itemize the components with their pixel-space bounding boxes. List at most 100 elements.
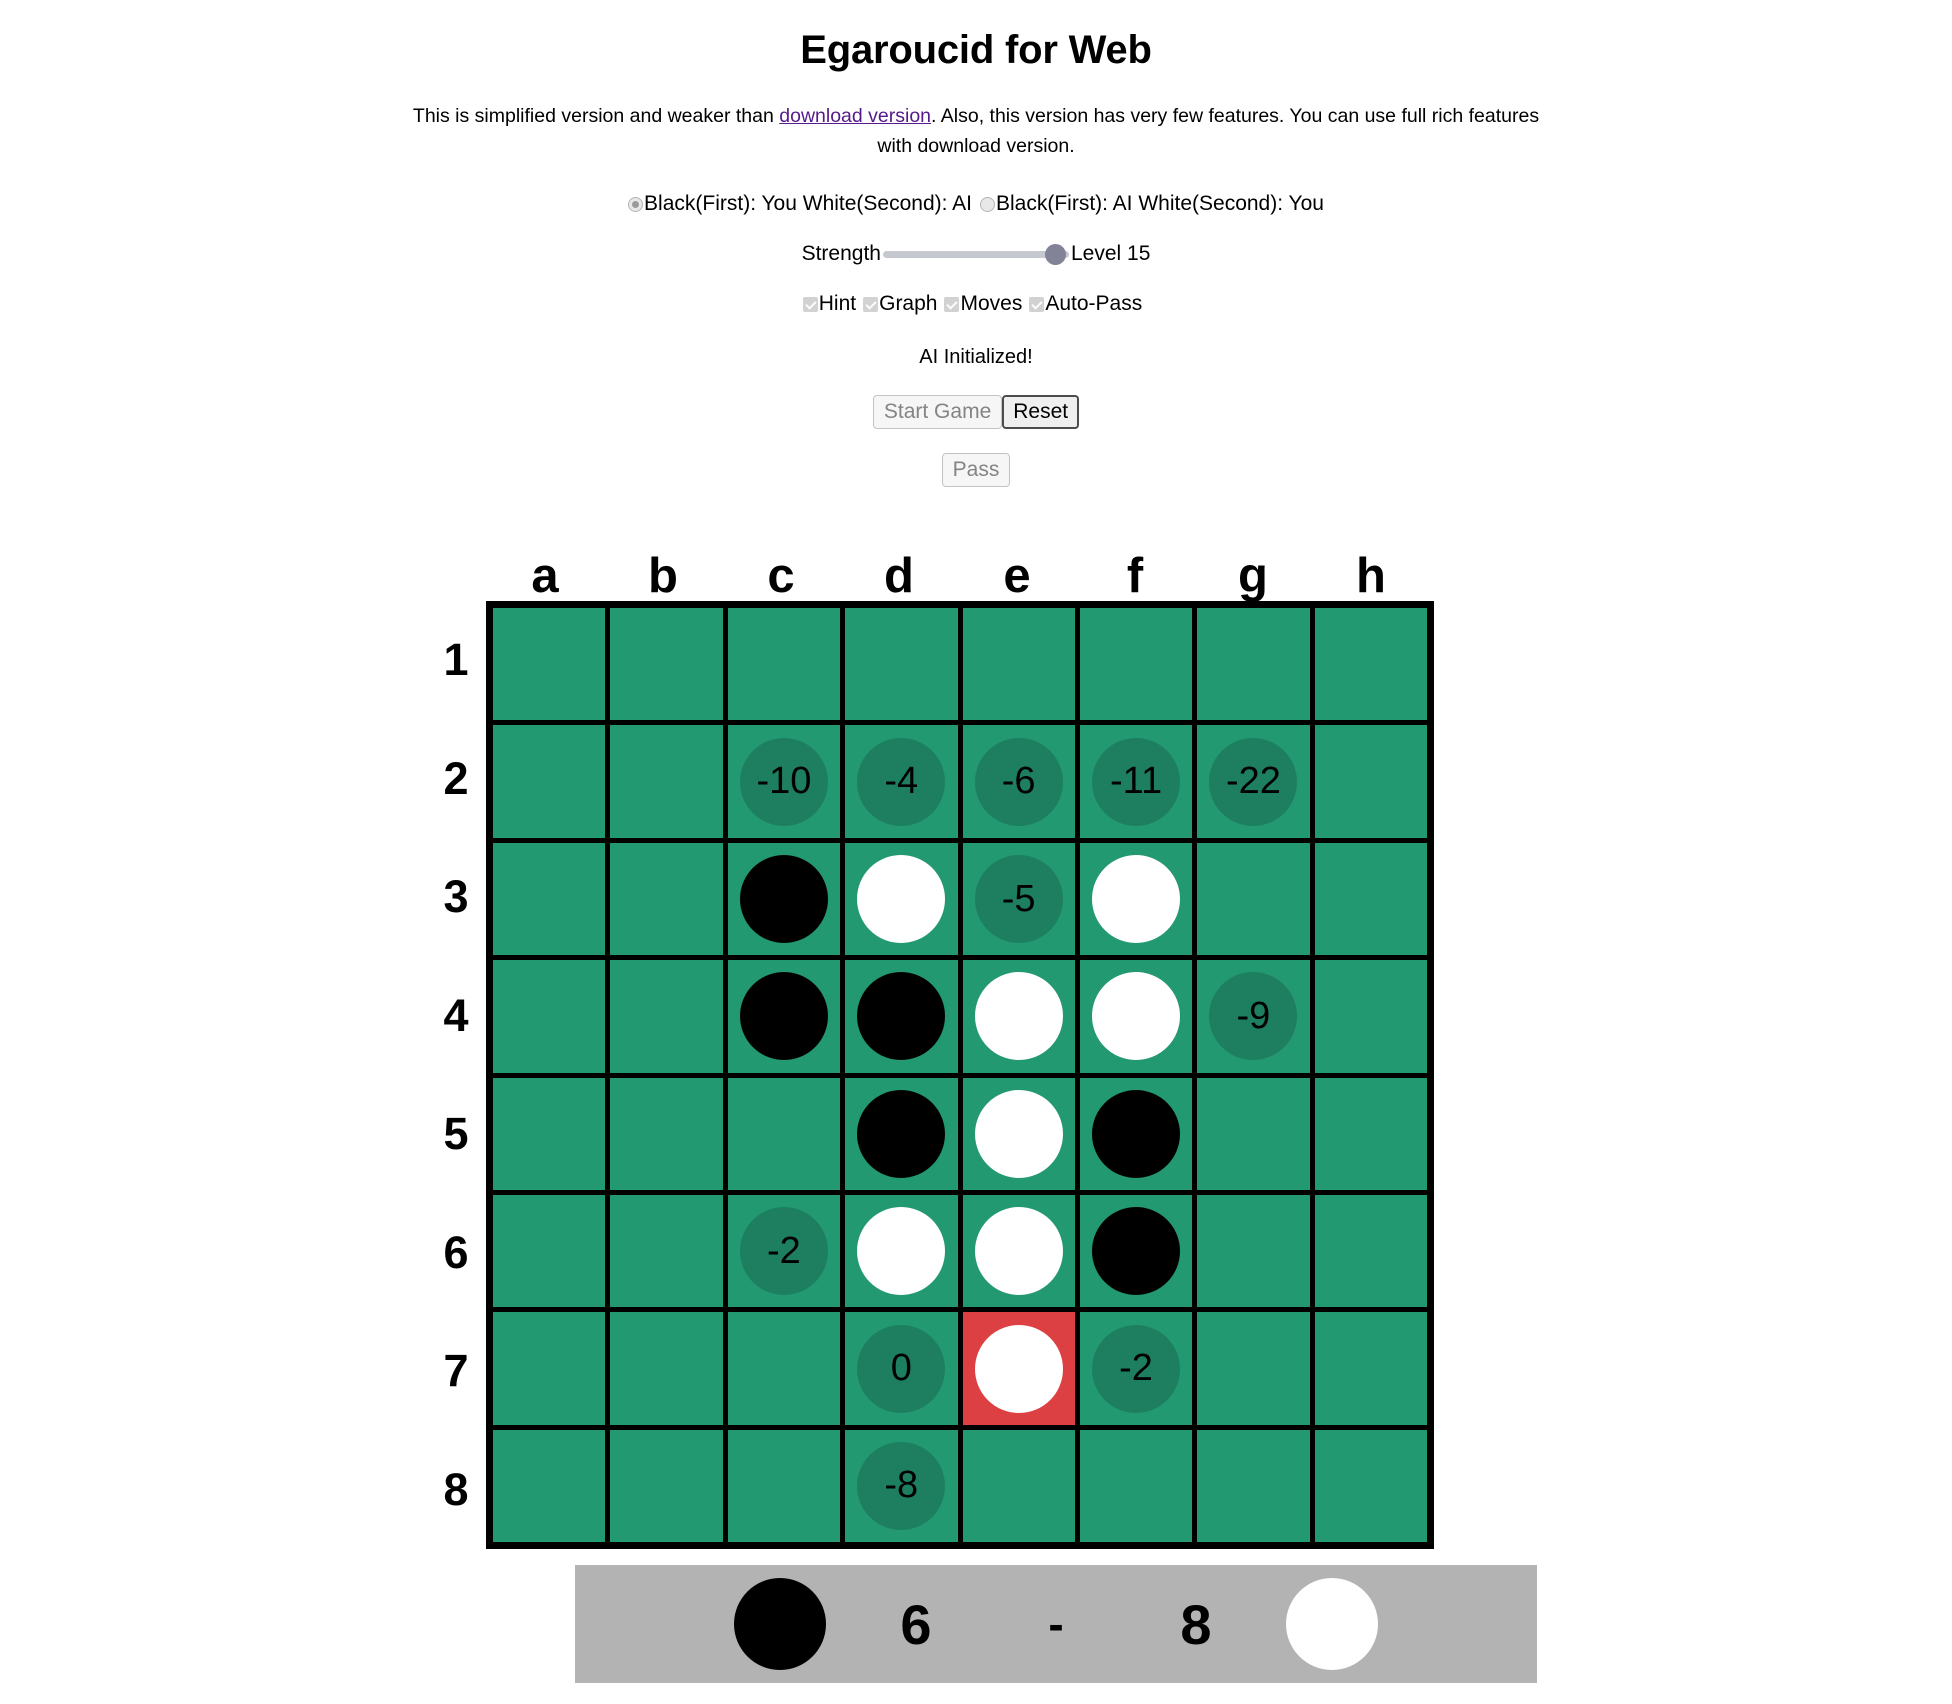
board-cell-d3[interactable] — [845, 842, 958, 956]
radio-black-ai-icon[interactable] — [980, 196, 995, 212]
strength-slider-track[interactable] — [882, 251, 1069, 259]
board-cell-g7[interactable] — [1197, 1312, 1310, 1425]
board-cell-b3[interactable] — [610, 842, 723, 956]
toggle-graph[interactable]: Graph — [863, 292, 937, 315]
board-cell-g3[interactable] — [1197, 842, 1310, 956]
board-cell-g8[interactable] — [1197, 1429, 1310, 1543]
board-cell-b8[interactable] — [610, 1429, 723, 1543]
hint-marker-f2[interactable]: -11 — [1092, 737, 1181, 826]
pass-button[interactable]: Pass — [941, 452, 1011, 488]
board-cell-b6[interactable] — [610, 1194, 723, 1308]
board-cell-e3[interactable]: -5 — [962, 842, 1075, 956]
hint-marker-g2[interactable]: -22 — [1209, 737, 1298, 826]
hint-marker-c2[interactable]: -10 — [739, 737, 828, 826]
board-row-label-7: 7 — [443, 1345, 469, 1397]
board-cell-b5[interactable] — [610, 1077, 723, 1190]
download-version-link[interactable]: download version — [779, 105, 931, 127]
board-cell-d6[interactable] — [845, 1194, 958, 1308]
hint-marker-d8[interactable]: -8 — [857, 1441, 946, 1530]
othello-board[interactable]: -10 -4 -6 -11 -22 -5 -9 -2 0 -2 -8 — [486, 601, 1434, 1550]
score-black-count: 6 — [900, 1592, 932, 1656]
board-cell-h1[interactable] — [1314, 608, 1427, 721]
board-cell-b4[interactable] — [610, 960, 723, 1073]
board-cell-e2[interactable]: -6 — [962, 725, 1075, 838]
board-cell-h3[interactable] — [1314, 842, 1427, 956]
board-cell-a3[interactable] — [493, 842, 606, 956]
board-cell-b1[interactable] — [610, 608, 723, 721]
hint-marker-e2[interactable]: -6 — [974, 737, 1063, 826]
board-cell-e8[interactable] — [962, 1429, 1075, 1543]
radio-black-you-icon[interactable] — [628, 196, 644, 212]
strength-slider-thumb[interactable] — [1044, 244, 1066, 266]
board-cell-c2[interactable]: -10 — [727, 725, 841, 838]
board-cell-h2[interactable] — [1314, 725, 1427, 838]
board-cell-g6[interactable] — [1197, 1194, 1310, 1308]
board-cell-a7[interactable] — [493, 1312, 606, 1425]
board-cell-c4[interactable] — [727, 960, 841, 1073]
hint-marker-f7[interactable]: -2 — [1092, 1324, 1181, 1413]
mode-option-black-you[interactable]: Black(First): You White(Second): AI — [628, 192, 972, 216]
hint-marker-e3[interactable]: -5 — [974, 855, 1063, 944]
board-cell-b7[interactable] — [610, 1312, 723, 1425]
board-cell-g2[interactable]: -22 — [1197, 725, 1310, 838]
board-cell-g4[interactable]: -9 — [1197, 960, 1310, 1073]
board-cell-e7[interactable] — [962, 1312, 1075, 1425]
toggle-auto-pass[interactable]: Auto-Pass — [1029, 292, 1142, 315]
board-cell-a8[interactable] — [493, 1429, 606, 1543]
board-cell-h6[interactable] — [1314, 1194, 1427, 1308]
board-cell-a1[interactable] — [493, 608, 606, 721]
hint-marker-d7[interactable]: 0 — [857, 1324, 946, 1413]
board-cell-d4[interactable] — [845, 960, 958, 1073]
toggle-hint[interactable]: Hint — [802, 292, 856, 315]
board-cell-a4[interactable] — [493, 960, 606, 1073]
board-cell-h8[interactable] — [1314, 1429, 1427, 1543]
strength-slider[interactable] — [882, 243, 1069, 266]
checkbox-moves-icon[interactable] — [944, 296, 960, 312]
board-cell-f7[interactable]: -2 — [1079, 1312, 1193, 1425]
start-game-button[interactable]: Start Game — [872, 394, 1003, 429]
board-column-label-g: g — [1238, 549, 1268, 604]
board-cell-c6[interactable]: -2 — [727, 1194, 841, 1308]
board-cell-f5[interactable] — [1079, 1077, 1193, 1190]
hint-marker-g4[interactable]: -9 — [1209, 972, 1298, 1061]
board-cell-c1[interactable] — [727, 608, 841, 721]
checkbox-graph-icon[interactable] — [863, 296, 879, 312]
checkbox-hint-icon[interactable] — [802, 296, 818, 312]
board-cell-f1[interactable] — [1079, 608, 1193, 721]
board-cell-f3[interactable] — [1079, 842, 1193, 956]
board-cell-c3[interactable] — [727, 842, 841, 956]
reset-button[interactable]: Reset — [1002, 394, 1080, 429]
hint-marker-d2[interactable]: -4 — [857, 737, 946, 826]
hint-marker-c6[interactable]: -2 — [739, 1207, 828, 1296]
board-cell-b2[interactable] — [610, 725, 723, 838]
board-cell-h5[interactable] — [1314, 1077, 1427, 1190]
mode-option-black-ai[interactable]: Black(First): AI White(Second): You — [980, 192, 1324, 216]
board-cell-f8[interactable] — [1079, 1429, 1193, 1543]
board-row-label-2: 2 — [443, 752, 469, 804]
board-cell-g5[interactable] — [1197, 1077, 1310, 1190]
board-cell-c7[interactable] — [727, 1312, 841, 1425]
board-cell-c5[interactable] — [727, 1077, 841, 1190]
board-cell-e1[interactable] — [962, 608, 1075, 721]
board-cell-f2[interactable]: -11 — [1079, 725, 1193, 838]
board-cell-f4[interactable] — [1079, 960, 1193, 1073]
board-cell-e5[interactable] — [962, 1077, 1075, 1190]
checkbox-auto-pass-icon[interactable] — [1029, 296, 1045, 312]
board-cell-d8[interactable]: -8 — [845, 1429, 958, 1543]
board-cell-e6[interactable] — [962, 1194, 1075, 1308]
board-cell-h7[interactable] — [1314, 1312, 1427, 1425]
board-cell-c8[interactable] — [727, 1429, 841, 1543]
board-cell-d5[interactable] — [845, 1077, 958, 1190]
board-cell-d7[interactable]: 0 — [845, 1312, 958, 1425]
board-cell-a6[interactable] — [493, 1194, 606, 1308]
toggle-moves[interactable]: Moves — [944, 292, 1022, 315]
board-cell-d2[interactable]: -4 — [845, 725, 958, 838]
board-cell-a5[interactable] — [493, 1077, 606, 1190]
board-cell-h4[interactable] — [1314, 960, 1427, 1073]
board-cell-d1[interactable] — [845, 608, 958, 721]
board-area: a b c d e f g h 1 2 3 4 5 6 7 8 -10 -4 -6 -11 -22 -5 -9 -2 0 -2… — [426, 529, 1526, 1550]
board-cell-a2[interactable] — [493, 725, 606, 838]
board-cell-e4[interactable] — [962, 960, 1075, 1073]
board-cell-g1[interactable] — [1197, 608, 1310, 721]
board-cell-f6[interactable] — [1079, 1194, 1193, 1308]
